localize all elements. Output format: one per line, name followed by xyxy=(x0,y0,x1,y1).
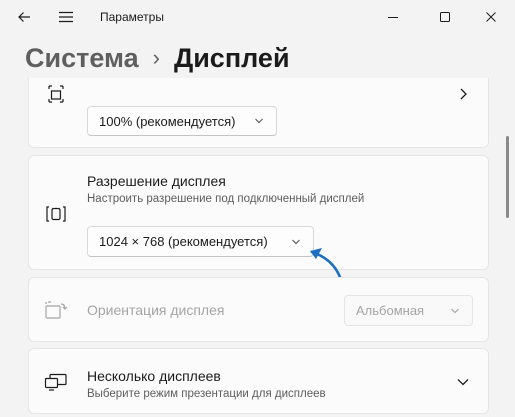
navigation-menu-button[interactable] xyxy=(46,0,86,34)
scale-dropdown[interactable]: 100% (рекомендуется) xyxy=(87,106,277,136)
app-title: Параметры xyxy=(100,10,164,24)
breadcrumb: Система › Дисплей xyxy=(25,38,290,78)
back-arrow-icon xyxy=(18,12,30,22)
resolution-dropdown[interactable]: 1024 × 768 (рекомендуется) xyxy=(87,226,314,257)
breadcrumb-separator: › xyxy=(152,45,160,70)
scale-dropdown-value: 100% (рекомендуется) xyxy=(99,113,236,129)
close-icon xyxy=(486,12,496,22)
resolution-subtitle: Настроить разрешение под подключенный ди… xyxy=(87,193,365,205)
breadcrumb-parent[interactable]: Система xyxy=(25,43,139,74)
minimize-button[interactable] xyxy=(370,0,416,34)
scrollbar-thumb[interactable] xyxy=(506,136,509,218)
orientation-title: Ориентация дисплея xyxy=(87,302,225,318)
maximize-button[interactable] xyxy=(422,0,468,34)
resolution-dropdown-value: 1024 × 768 (рекомендуется) xyxy=(99,234,268,249)
minimize-icon xyxy=(388,17,398,18)
multiple-displays-subtitle: Выберите режим презентации для дисплеев xyxy=(87,388,326,400)
chevron-down-icon xyxy=(255,118,263,124)
orientation-icon xyxy=(43,298,69,322)
chevron-right-icon[interactable] xyxy=(455,86,471,102)
expand-chevron-icon[interactable] xyxy=(455,374,471,390)
resolution-icon xyxy=(44,203,68,225)
chevron-down-icon xyxy=(451,308,459,313)
multiple-displays-title: Несколько дисплеев xyxy=(87,368,221,384)
multiple-displays-card[interactable]: Несколько дисплеев Выберите режим презен… xyxy=(28,348,489,414)
resolution-card: Разрешение дисплея Настроить разрешение … xyxy=(28,155,489,270)
orientation-dropdown-value: Альбомная xyxy=(356,303,425,318)
scale-icon xyxy=(45,84,67,104)
hamburger-menu-icon xyxy=(59,11,73,23)
back-button[interactable] xyxy=(4,0,44,34)
multiple-displays-icon xyxy=(43,371,69,393)
close-button[interactable] xyxy=(468,0,514,34)
title-bar: Параметры xyxy=(0,0,515,34)
orientation-card: Ориентация дисплея Альбомная xyxy=(28,277,489,342)
page-title: Дисплей xyxy=(173,42,290,73)
maximize-icon xyxy=(440,12,450,22)
scale-card: 100% (рекомендуется) xyxy=(28,78,489,148)
resolution-title: Разрешение дисплея xyxy=(87,173,226,189)
orientation-dropdown: Альбомная xyxy=(344,295,473,326)
